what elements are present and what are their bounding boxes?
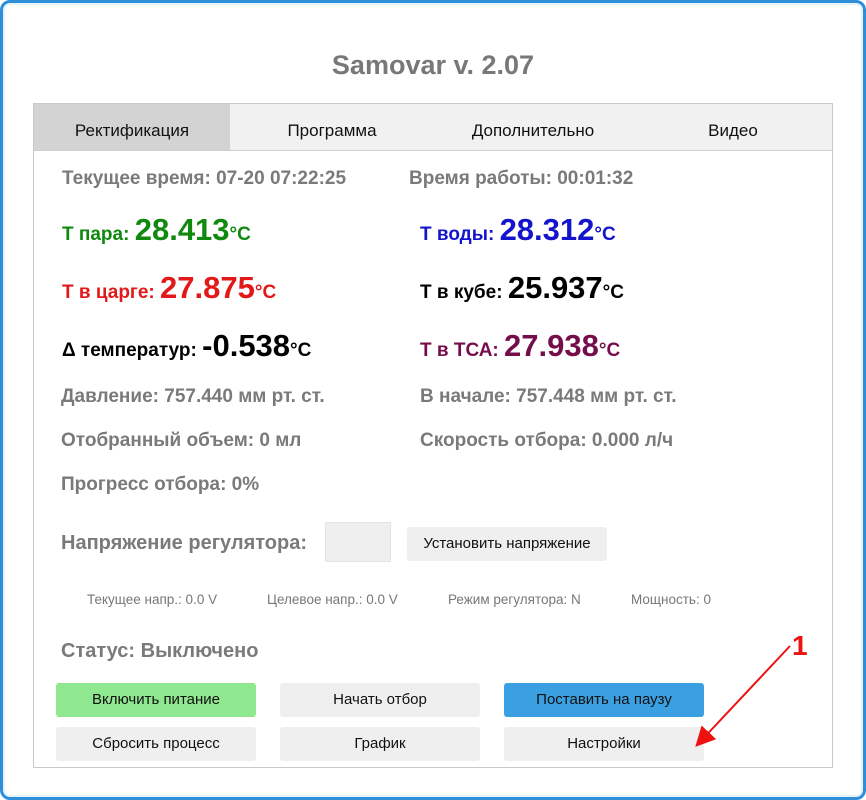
annotation-number: 1 <box>792 630 808 661</box>
annotation-arrow-icon <box>695 645 791 747</box>
